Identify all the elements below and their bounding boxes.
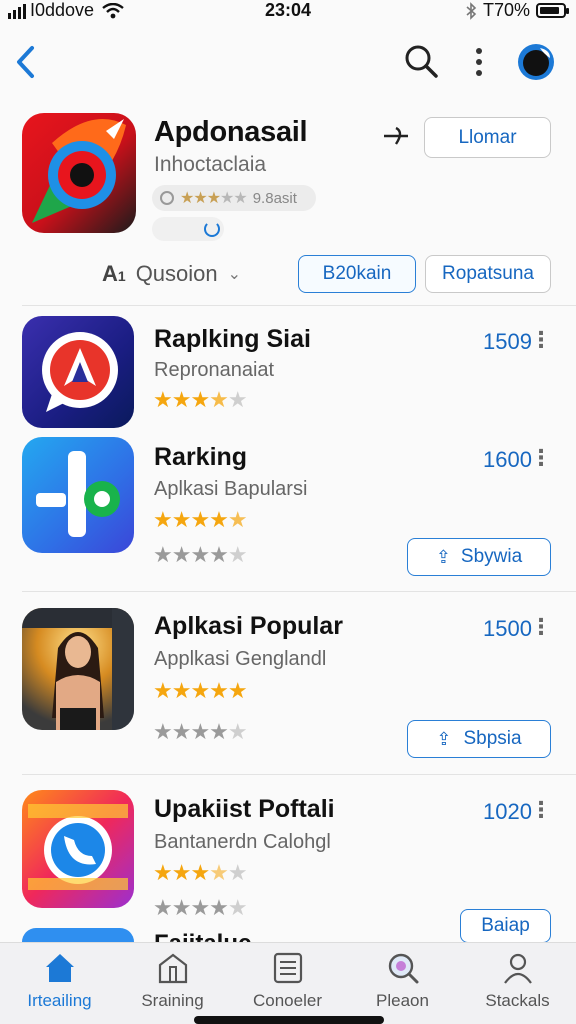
app-count-3: 1500 <box>483 616 532 641</box>
featured-app-icon[interactable] <box>22 113 136 233</box>
filter-dropdown[interactable]: A1 Qusoion ⌄ <box>102 256 241 292</box>
app-rating-1: ★★★★★ <box>153 387 248 412</box>
tab-list[interactable]: Conoeler <box>230 951 345 1011</box>
app-icon-5-partial[interactable] <box>22 928 134 942</box>
app-more-icon-4[interactable]: ⋮ <box>530 797 552 823</box>
app-subtitle-1: Repronanaiat <box>154 359 275 381</box>
bluetooth-icon <box>466 1 477 20</box>
chip-1[interactable]: B20kain <box>298 255 416 293</box>
featured-subtitle: Inhoctaclaia <box>154 153 267 176</box>
profile-icon[interactable] <box>516 42 556 82</box>
app-icon-1[interactable] <box>22 316 134 428</box>
tab-label-home: Irteailing <box>27 991 92 1010</box>
back-icon[interactable] <box>12 42 40 82</box>
tab-search[interactable]: Sraining <box>115 951 230 1011</box>
app-icon-2[interactable] <box>22 437 134 553</box>
featured-progress-pill <box>152 217 224 241</box>
app-rating-2: ★★★★★ <box>153 507 248 532</box>
tab-label-discover: Pleaon <box>376 991 429 1010</box>
app-more-icon-3[interactable]: ⋮ <box>530 614 552 640</box>
app-rating-4: ★★★★★ <box>153 860 248 885</box>
app-title-2[interactable]: Rarking <box>154 443 247 472</box>
app-more-icon-2[interactable]: ⋮ <box>530 445 552 471</box>
app-count-1: 1509 <box>483 329 532 354</box>
app-title-1[interactable]: Raplking Siai <box>154 325 311 354</box>
app-subtitle-4: Bantanerdn Calohgl <box>154 831 331 853</box>
app-rating-secondary-2: ★★★★★ <box>153 542 248 567</box>
tab-bar: Irteailing Sraining Conoeler Pleaon Stac… <box>0 942 576 1024</box>
chevron-down-icon: ⌄ <box>227 266 242 283</box>
app-rating-secondary-4: ★★★★★ <box>153 895 248 920</box>
share-icon[interactable] <box>382 124 410 148</box>
action-button-3[interactable]: ⇪ Sbpsia <box>407 720 551 758</box>
app-count-4: 1020 <box>483 799 532 824</box>
download-icon: ⇪ <box>435 546 451 567</box>
person-icon <box>503 953 532 984</box>
home-icon <box>45 954 74 982</box>
tab-discover[interactable]: Pleaon <box>345 951 460 1011</box>
home-indicator <box>194 1016 384 1024</box>
download-icon: ⇪ <box>436 728 452 749</box>
app-subtitle-2: Aplkasi Bapularsi <box>154 478 308 500</box>
action-label-3: Sbpsia <box>463 728 522 749</box>
rating-circle-icon <box>160 191 174 205</box>
app-title-5-partial: Faiitaluc <box>154 932 251 942</box>
search-icon <box>388 953 418 984</box>
nav-bar <box>0 36 576 88</box>
featured-rating: ★★★★★ 9.8asit <box>152 185 316 211</box>
more-icon[interactable] <box>472 46 486 78</box>
list-icon <box>273 952 302 984</box>
app-subtitle-3: Applkasi Genglandl <box>154 648 327 670</box>
divider <box>22 774 576 775</box>
battery-label: T70% <box>482 0 530 20</box>
app-rating-3: ★★★★★ <box>153 678 248 703</box>
tab-label-list: Conoeler <box>253 991 322 1010</box>
tab-label-profile: Stackals <box>485 991 550 1010</box>
get-button[interactable]: Llomar <box>424 117 551 158</box>
status-bar: I0ddove 23:04 T70% <box>0 0 576 24</box>
action-button-4[interactable]: Baiap <box>460 909 551 943</box>
app-icon-4[interactable] <box>22 790 134 908</box>
featured-rating-text: 9.8asit <box>252 189 297 207</box>
tab-home[interactable]: Irteailing <box>2 951 117 1011</box>
tab-label-search: Sraining <box>141 991 204 1010</box>
font-size-icon: A1 <box>102 261 126 286</box>
app-count-2: 1600 <box>483 447 532 472</box>
app-more-icon-1[interactable]: ⋮ <box>530 327 552 353</box>
app-title-4[interactable]: Upakiist Poftali <box>154 795 335 824</box>
divider <box>22 305 576 306</box>
battery-icon <box>536 3 569 18</box>
app-title-3[interactable]: Aplkasi Popular <box>154 612 343 641</box>
app-icon-3[interactable] <box>22 608 134 730</box>
divider <box>22 591 576 592</box>
search-icon[interactable] <box>402 42 440 80</box>
action-label-2: Sbywia <box>460 546 523 567</box>
store-icon <box>158 953 187 984</box>
tab-profile[interactable]: Stackals <box>460 951 575 1011</box>
action-button-2[interactable]: ⇪ Sbywia <box>407 538 551 576</box>
filter-label: Qusoion <box>135 261 218 286</box>
featured-title: Apdonasail <box>154 116 308 148</box>
featured-stars: ★★★★★ <box>180 190 248 207</box>
app-rating-secondary-3: ★★★★★ <box>153 719 248 744</box>
chip-2[interactable]: Ropatsuna <box>425 255 551 293</box>
